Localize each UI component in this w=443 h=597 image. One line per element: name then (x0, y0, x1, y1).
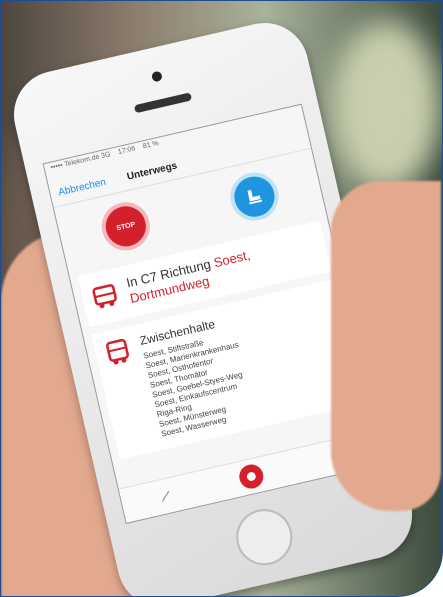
clock-text: 17:06 (117, 145, 137, 157)
bus-icon (92, 284, 117, 309)
tab-unterwegs[interactable] (236, 462, 266, 491)
route-icon (161, 490, 170, 502)
earpiece-speaker (133, 92, 193, 114)
stops-list: Zwischenhalte Soest, Stiftstraße Soest, … (138, 313, 255, 440)
bus-icon (106, 338, 129, 365)
hand-fingers (331, 181, 441, 511)
tab-route[interactable] (151, 482, 180, 511)
photo-frame: ••••• Telekom.de 3G 17:06 81 % Abbrechen… (0, 0, 443, 597)
battery-text: 81 % (142, 139, 160, 151)
seat-icon (247, 189, 263, 205)
seat-button[interactable] (225, 167, 284, 226)
page-title: Unterwegs (125, 159, 179, 183)
back-button[interactable]: Abbrechen (57, 176, 107, 198)
front-camera (150, 70, 163, 83)
home-button[interactable] (230, 503, 298, 571)
bus-stop-icon (246, 472, 256, 481)
background-blur (331, 21, 441, 191)
stop-request-button[interactable]: STOP (97, 197, 155, 256)
